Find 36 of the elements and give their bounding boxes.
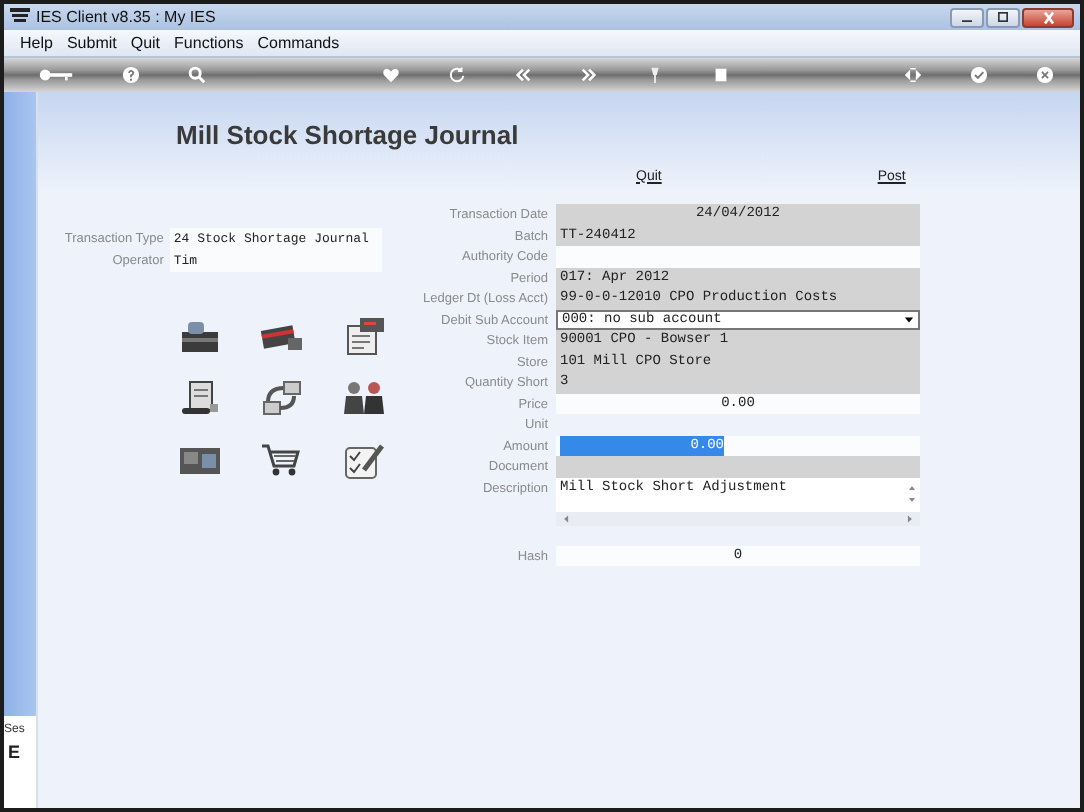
double-left-arrow-icon[interactable]	[513, 66, 531, 84]
menu-item[interactable]: Functions	[174, 34, 244, 52]
minimize-icon	[962, 19, 972, 23]
menu-item[interactable]: Quit	[130, 34, 161, 52]
people-icon[interactable]	[342, 378, 386, 418]
search-icon[interactable]	[188, 66, 206, 84]
side-label: E	[6, 742, 23, 762]
folder-icon[interactable]	[178, 316, 222, 356]
refresh-icon[interactable]	[447, 66, 465, 84]
menu-item[interactable]: Help	[20, 34, 53, 52]
check-icon[interactable]	[970, 66, 988, 84]
maximize-icon	[998, 12, 1008, 22]
dropdown-arrow-icon	[904, 315, 914, 324]
exchange-icon[interactable]	[260, 378, 304, 418]
checklist-icon[interactable]	[342, 440, 386, 480]
app-icon	[10, 8, 30, 26]
scroll-icon[interactable]	[178, 378, 222, 418]
square-icon[interactable]	[711, 66, 729, 84]
input-field[interactable]	[556, 246, 920, 267]
document-icon[interactable]	[342, 316, 386, 356]
scroll-arrows-icon	[908, 484, 916, 504]
help-icon[interactable]	[122, 66, 140, 84]
maximize-button[interactable]	[986, 7, 1020, 27]
close-icon[interactable]	[1036, 66, 1054, 84]
cart-icon[interactable]	[260, 440, 304, 480]
close-icon	[1043, 11, 1053, 23]
menu-item[interactable]: Commands	[257, 34, 340, 52]
double-right-arrow-icon[interactable]	[579, 66, 597, 84]
expand-icon[interactable]	[904, 66, 922, 84]
page-title: Mill Stock Shortage Journal	[176, 120, 521, 154]
heart-icon[interactable]	[381, 66, 399, 84]
key-icon[interactable]	[38, 66, 74, 84]
window-title: IES Client v8.35 : My IES	[36, 8, 216, 26]
close-button[interactable]	[1022, 7, 1074, 27]
menu-item[interactable]: Submit	[66, 34, 117, 52]
minimize-button[interactable]	[950, 7, 984, 27]
